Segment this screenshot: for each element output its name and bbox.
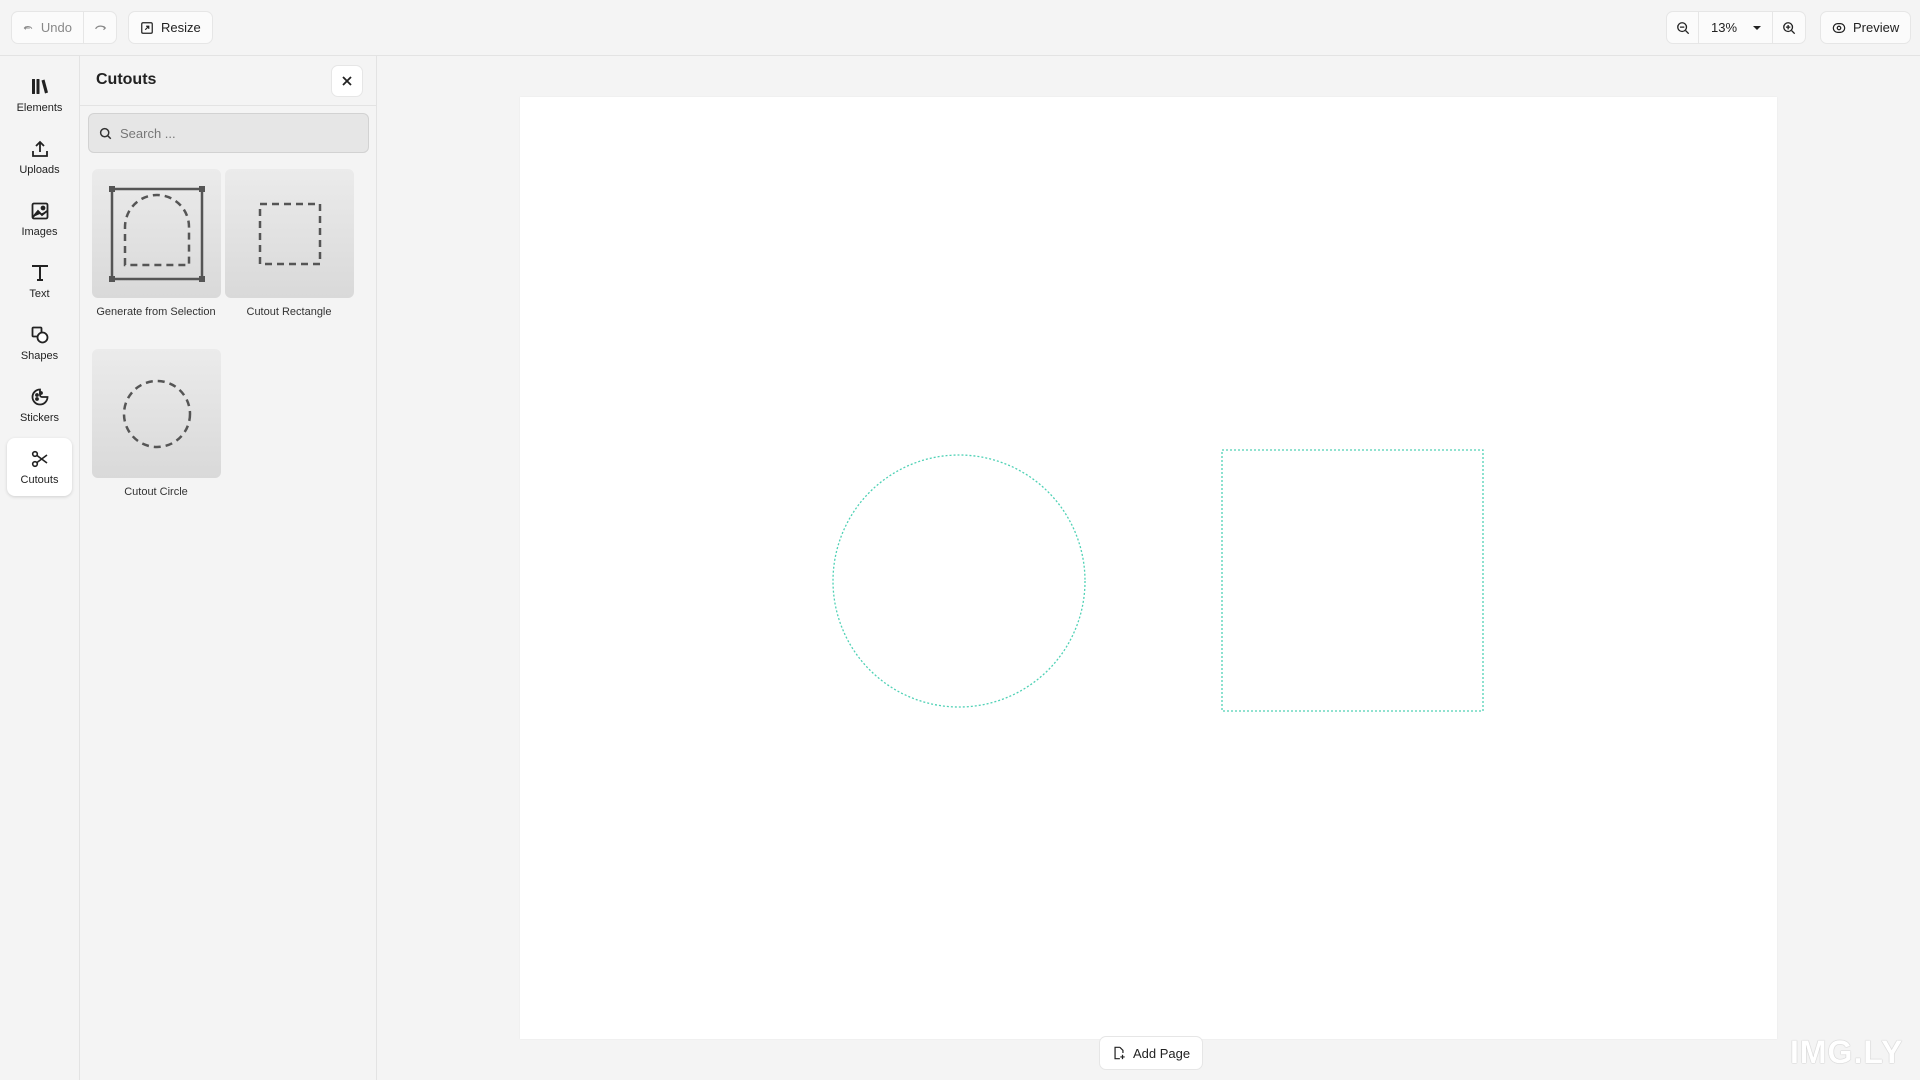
undo-icon [23,25,33,30]
library-icon [31,78,48,94]
cutout-tile-rectangle[interactable] [225,169,354,298]
add-page-icon [1114,1046,1125,1060]
rail-item-images[interactable]: Images [7,190,72,248]
panel-header: Cutouts [80,56,376,106]
rail-item-shapes[interactable]: Shapes [7,314,72,372]
rail-item-label: Stickers [19,411,60,424]
tile-label: Generate from Selection [96,306,216,318]
zoom-level-dropdown[interactable]: 13% [1699,11,1773,44]
add-page-label: Add Page [1133,1045,1191,1061]
rail-item-label: Shapes [20,349,59,362]
eye-icon [1832,22,1846,33]
cutout-rectangle-shape[interactable] [1221,449,1484,712]
undo-button[interactable]: Undo [11,11,83,44]
left-rail: Elements Uploads Images Text Shapes Stic… [0,56,80,1080]
dashed-rectangle-icon [258,202,321,265]
tile-label: Cutout Circle [124,486,188,498]
redo-icon [95,25,107,30]
cutout-tile-generate-from-selection[interactable] [92,169,221,298]
chevron-down-icon [1753,25,1761,30]
dashed-circle-icon [122,379,191,448]
rail-item-stickers[interactable]: Stickers [7,376,72,434]
cutouts-panel: Cutouts Generate from Selection Cutout R… [80,56,377,1080]
resize-button[interactable]: Resize [128,11,213,44]
rail-item-label: Cutouts [20,473,59,486]
cutout-shapes-layer [832,449,1484,712]
zoom-out-button[interactable] [1666,11,1699,44]
image-icon [31,202,48,219]
close-icon [342,76,352,86]
design-page[interactable] [520,97,1777,1039]
rail-item-cutouts[interactable]: Cutouts [7,438,72,496]
preview-label: Preview [1853,20,1900,35]
search-box [88,113,369,153]
rail-item-uploads[interactable]: Uploads [7,128,72,186]
resize-icon [141,21,153,34]
zoom-in-button[interactable] [1773,11,1806,44]
rail-item-label: Elements [16,101,63,114]
panel-title: Cutouts [96,71,157,88]
top-toolbar: Undo Resize 13% Preview [0,0,1920,56]
brand-watermark: IMG.LY [1790,1034,1904,1070]
text-icon [31,264,48,281]
zoom-out-icon [1676,21,1689,34]
rail-item-label: Text [29,287,50,300]
search-input[interactable] [120,125,360,141]
search-icon [99,127,112,139]
sticker-icon [31,388,48,405]
cutout-tile-circle[interactable] [92,349,221,478]
scissors-icon [31,450,47,467]
tile-label: Cutout Rectangle [246,306,332,318]
rail-item-label: Uploads [19,163,60,176]
zoom-in-icon [1783,21,1796,34]
close-panel-button[interactable] [331,65,363,97]
preview-button[interactable]: Preview [1820,11,1912,44]
zoom-level-value: 13% [1711,20,1738,35]
rail-item-text[interactable]: Text [7,252,72,310]
canvas-area[interactable]: Add Page [377,56,1920,1080]
zoom-controls: 13% [1666,11,1806,44]
cutout-circle-shape[interactable] [832,454,1086,708]
upload-icon [31,140,48,157]
undo-label: Undo [40,20,72,35]
add-page-button[interactable]: Add Page [1099,1036,1204,1070]
shapes-icon [31,326,48,343]
generate-from-selection-icon [108,185,205,282]
redo-button[interactable] [83,11,117,44]
rail-item-label: Images [21,225,58,238]
resize-label: Resize [161,20,201,35]
rail-item-elements[interactable]: Elements [7,66,72,124]
